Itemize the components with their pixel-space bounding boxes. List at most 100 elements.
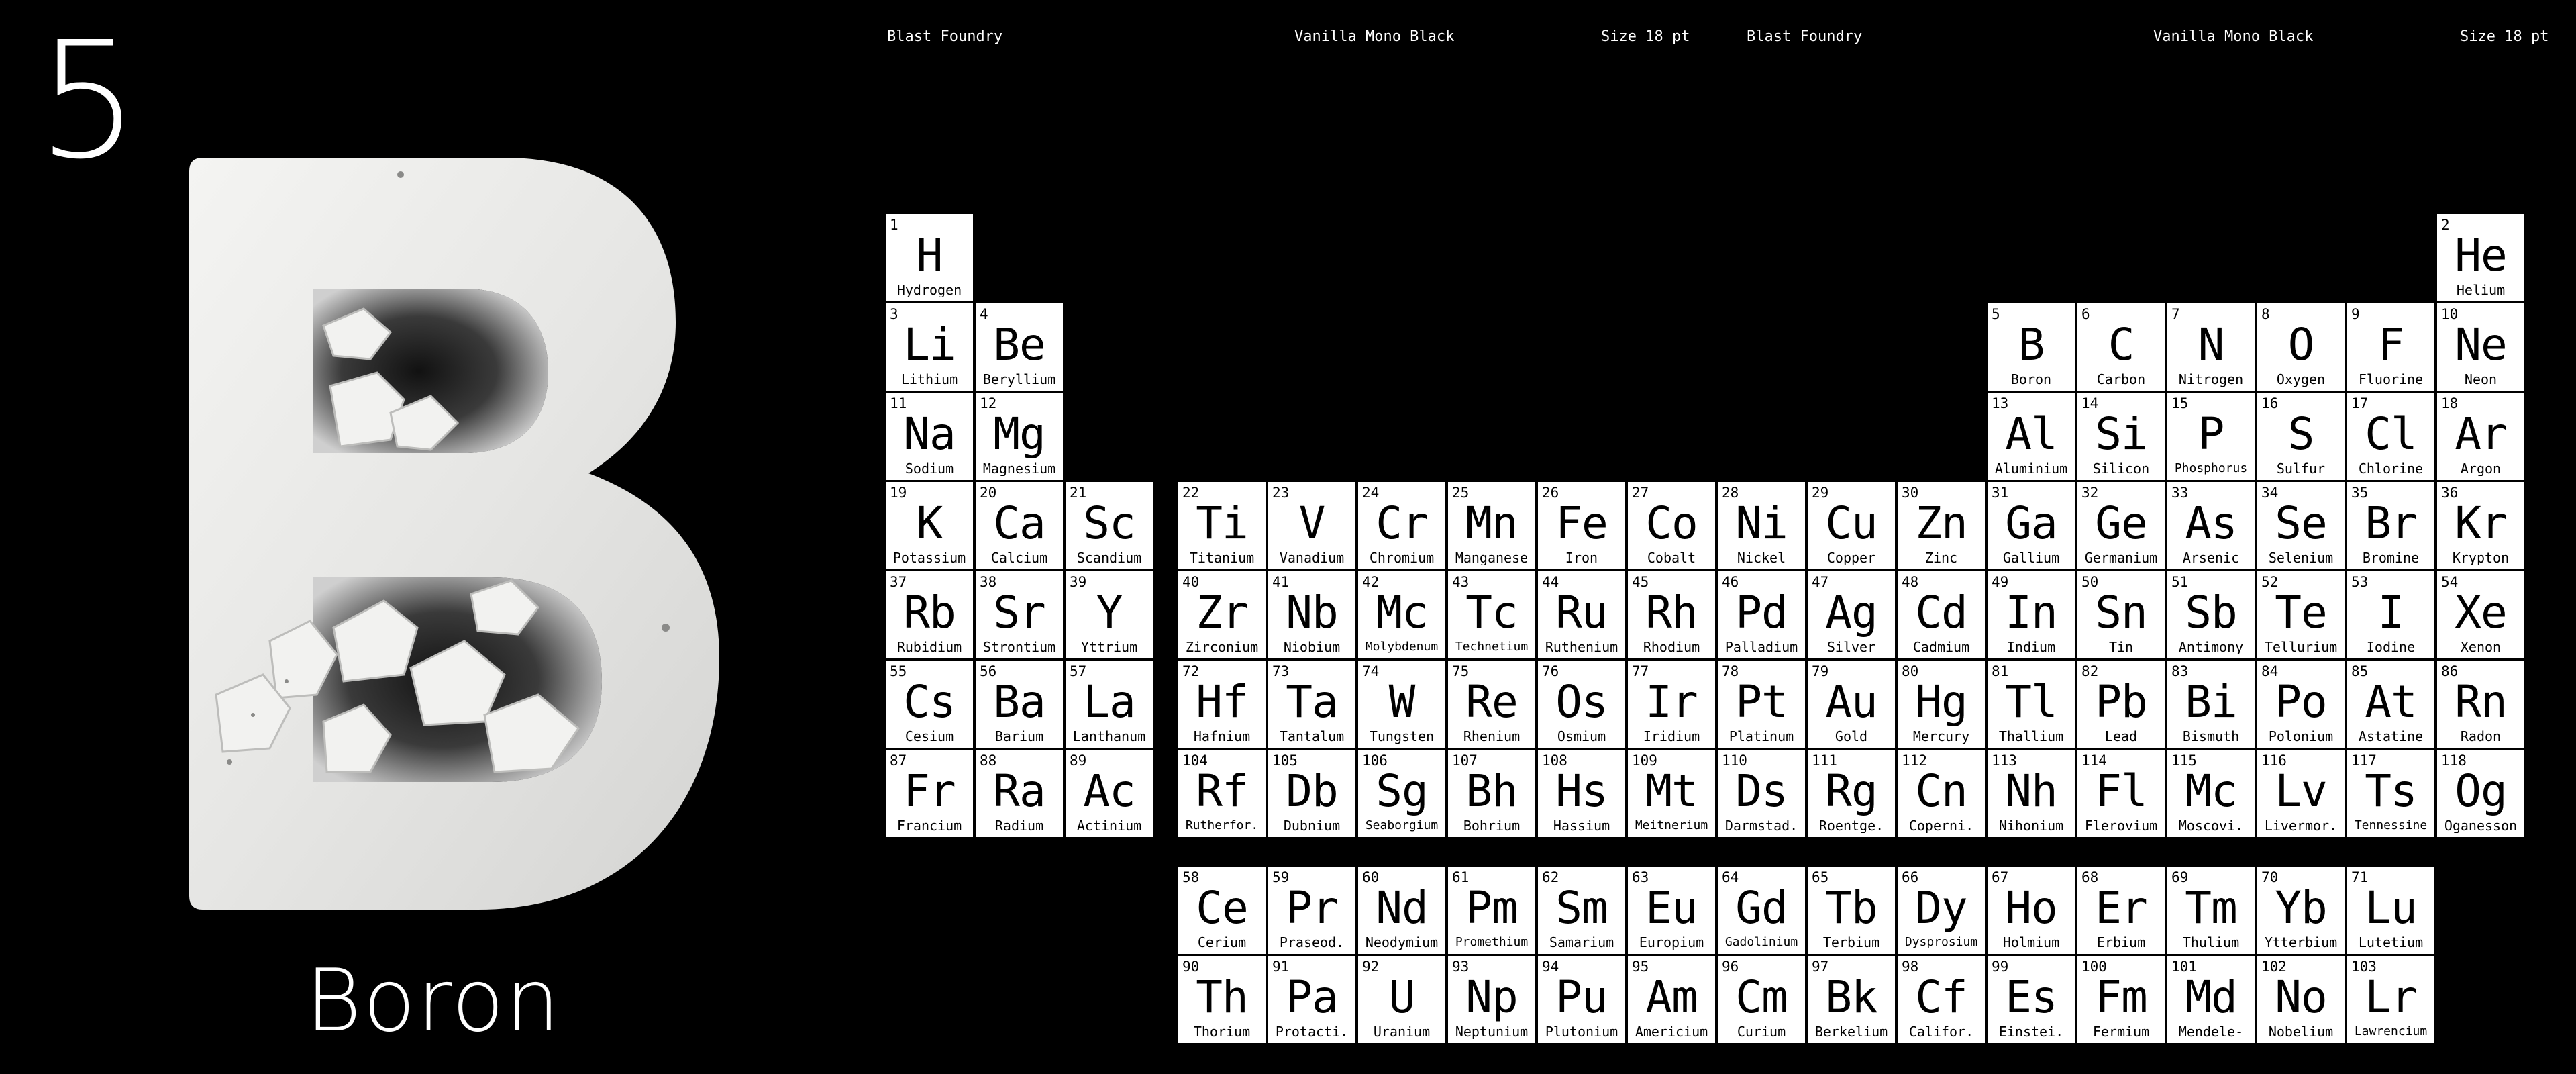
element-symbol: O: [2287, 319, 2315, 371]
element-cell-neon: 10 Ne Neon: [2437, 303, 2524, 391]
element-cell-livermor: 116 Lv Livermor.: [2257, 750, 2345, 837]
element-name: Thulium: [2182, 935, 2240, 950]
element-symbol: Pa: [1286, 971, 1338, 1023]
element-name-display: Boron: [305, 951, 562, 1051]
element-cell-bromine: 35 Br Bromine: [2347, 482, 2434, 569]
element-name: Astatine: [2358, 729, 2424, 744]
element-symbol: C: [2108, 319, 2135, 371]
element-name: Germanium: [2084, 550, 2158, 565]
element-symbol: Sc: [1083, 497, 1135, 549]
element-symbol: H: [916, 230, 943, 281]
element-cell-rubidium: 37 Rb Rubidium: [886, 571, 973, 658]
element-symbol: Cu: [1825, 497, 1877, 549]
element-cell-flerovium: 114 Fl Flerovium: [2077, 750, 2165, 837]
element-name: Sulfur: [2276, 461, 2326, 476]
element-cell-cesium: 55 Cs Cesium: [886, 661, 973, 748]
element-name: Cobalt: [1647, 550, 1696, 565]
element-symbol: Cm: [1735, 971, 1788, 1023]
element-name: Lawrencium: [2354, 1024, 2428, 1038]
element-name: Livermor.: [2264, 818, 2338, 833]
element-cell-potassium: 19 K Potassium: [886, 482, 973, 569]
header-left-font: Vanilla Mono Black: [1294, 28, 1455, 45]
element-symbol: Zr: [1196, 587, 1248, 638]
element-cell-gold: 79 Au Gold: [1808, 661, 1895, 748]
element-cell-oxygen: 8 O Oxygen: [2257, 303, 2345, 391]
element-cell-radon: 86 Rn Radon: [2437, 661, 2524, 748]
element-symbol: Mc: [1376, 587, 1428, 638]
element-name: Ruthenium: [1545, 640, 1618, 654]
element-symbol: Nh: [2005, 765, 2057, 817]
element-name: Radium: [994, 818, 1044, 833]
element-symbol: Th: [1196, 971, 1248, 1023]
element-cell-strontium: 38 Sr Strontium: [976, 571, 1063, 658]
element-cell-meitnerium: 109 Mt Meitnerium: [1628, 750, 1715, 837]
element-symbol: Ne: [2455, 319, 2507, 371]
element-symbol: Pt: [1735, 676, 1788, 728]
element-cell-erbium: 68 Er Erbium: [2077, 867, 2165, 954]
element-name: Vanadium: [1279, 550, 1345, 565]
element-cell-francium: 87 Fr Francium: [886, 750, 973, 837]
element-name: Arsenic: [2182, 550, 2240, 565]
element-cell-hassium: 108 Hs Hassium: [1538, 750, 1625, 837]
element-cell-helium: 2 He Helium: [2437, 214, 2524, 301]
element-symbol: Og: [2455, 765, 2507, 817]
element-cell-mercury: 80 Hg Mercury: [1898, 661, 1985, 748]
element-cell-yttrium: 39 Y Yttrium: [1066, 571, 1153, 658]
element-symbol: Se: [2275, 497, 2327, 549]
element-symbol: Fm: [2095, 971, 2147, 1023]
element-name: Protacti.: [1275, 1024, 1349, 1039]
element-cell-neodymium: 60 Nd Neodymium: [1358, 867, 1445, 954]
element-cell-lead: 82 Pb Lead: [2077, 661, 2165, 748]
element-cell-neptunium: 93 Np Neptunium: [1448, 956, 1535, 1043]
element-symbol: Ce: [1196, 882, 1248, 934]
element-name: Calcium: [990, 550, 1048, 565]
element-name: Nihonium: [1998, 818, 2064, 833]
element-symbol: Sr: [993, 587, 1045, 638]
header-right-size: Size 18 pt: [2460, 28, 2549, 45]
element-name: Holmium: [2002, 935, 2060, 950]
element-symbol: Mg: [993, 408, 1045, 460]
element-symbol: No: [2275, 971, 2327, 1023]
element-name: Neptunium: [1455, 1024, 1529, 1039]
element-name: Bohrium: [1463, 818, 1521, 833]
element-name: Indium: [2006, 640, 2056, 654]
element-symbol: Pd: [1735, 587, 1788, 638]
element-symbol: Rg: [1825, 765, 1877, 817]
element-cell-barium: 56 Ba Barium: [976, 661, 1063, 748]
element-name: Sodium: [905, 461, 954, 476]
element-name: Europium: [1639, 935, 1704, 950]
element-cell-moscovi: 115 Mc Moscovi.: [2167, 750, 2255, 837]
element-symbol: Tm: [2185, 882, 2237, 934]
element-name: Lead: [2104, 729, 2138, 744]
element-cell-titanium: 22 Ti Titanium: [1178, 482, 1266, 569]
element-cell-lawrencium: 103 Lr Lawrencium: [2347, 956, 2434, 1043]
element-symbol: Na: [903, 408, 956, 460]
element-cell-platinum: 78 Pt Platinum: [1718, 661, 1805, 748]
element-cell-lithium: 3 Li Lithium: [886, 303, 973, 391]
element-symbol: Sb: [2185, 587, 2237, 638]
element-name: Dysprosium: [1904, 935, 1978, 949]
element-name: Platinum: [1729, 729, 1794, 744]
element-cell-nihonium: 113 Nh Nihonium: [1988, 750, 2075, 837]
element-cell-zirconium: 40 Zr Zirconium: [1178, 571, 1266, 658]
element-symbol: Es: [2005, 971, 2057, 1023]
element-name: Cadmium: [1912, 640, 1970, 654]
element-name: Antimony: [2178, 640, 2244, 654]
element-symbol: Xe: [2455, 587, 2507, 638]
element-cell-califor: 98 Cf Califor.: [1898, 956, 1985, 1043]
element-symbol: Ts: [2365, 765, 2417, 817]
element-symbol: Li: [903, 319, 956, 371]
element-name: Lithium: [900, 372, 958, 387]
element-name: Niobium: [1283, 640, 1341, 654]
element-cell-nobelium: 102 No Nobelium: [2257, 956, 2345, 1043]
element-name: Bromine: [2362, 550, 2420, 565]
element-symbol: P: [2198, 408, 2225, 460]
element-symbol: Sg: [1376, 765, 1428, 817]
element-symbol: Fe: [1555, 497, 1608, 549]
element-symbol: Te: [2275, 587, 2327, 638]
element-name: Palladium: [1724, 640, 1798, 654]
element-name: Boron: [2010, 372, 2052, 387]
element-name: Radon: [2460, 729, 2502, 744]
element-cell-bismuth: 83 Bi Bismuth: [2167, 661, 2255, 748]
element-name: Beryllium: [982, 372, 1056, 387]
